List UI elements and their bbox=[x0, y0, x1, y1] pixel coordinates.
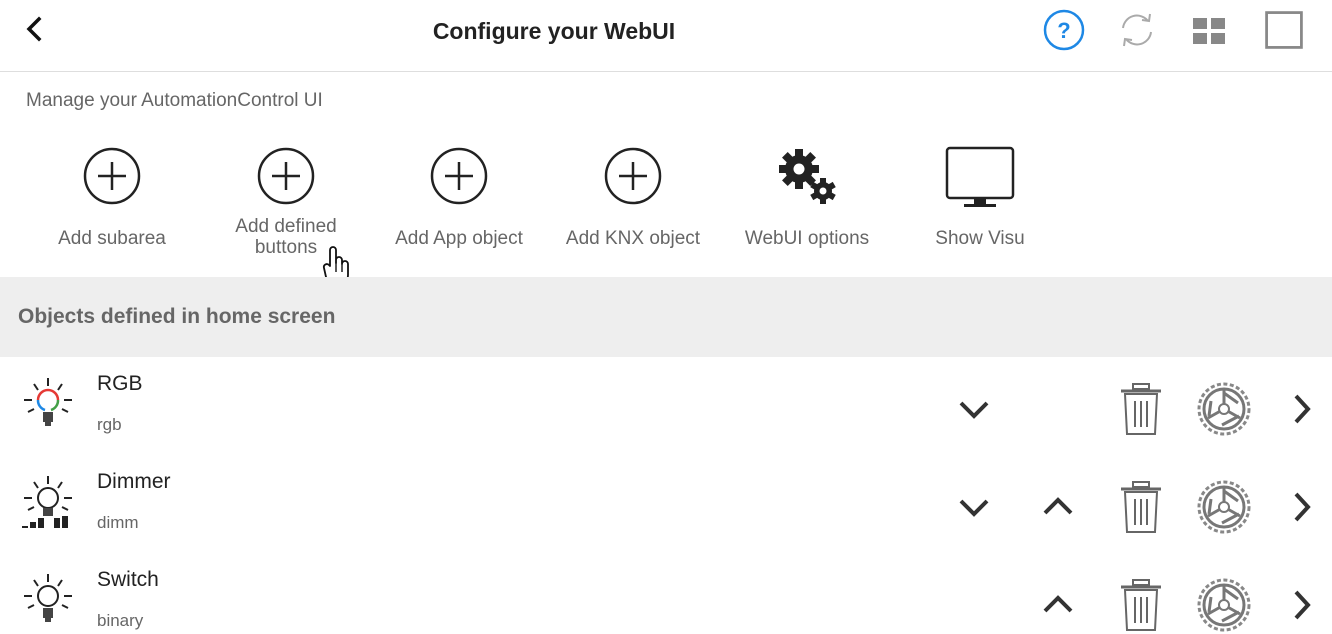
svg-text:?: ? bbox=[1057, 18, 1070, 43]
object-type: rgb bbox=[97, 415, 122, 434]
object-row-switch[interactable]: Switch binary bbox=[0, 556, 1332, 634]
grid-view-button[interactable] bbox=[1188, 8, 1232, 52]
open-detail-button[interactable] bbox=[1285, 458, 1319, 556]
object-name: Switch bbox=[97, 568, 159, 591]
chevron-down-icon bbox=[959, 401, 989, 419]
add-subarea-button[interactable]: Add subarea bbox=[32, 140, 192, 270]
move-up-button[interactable] bbox=[1036, 556, 1080, 634]
help-icon: ? bbox=[1043, 9, 1085, 51]
plus-circle-icon bbox=[604, 147, 662, 205]
trash-icon bbox=[1121, 481, 1161, 533]
cog-icon bbox=[1197, 578, 1251, 632]
move-down-button[interactable] bbox=[952, 360, 996, 458]
plus-circle-icon bbox=[430, 147, 488, 205]
object-type: binary bbox=[97, 611, 144, 630]
plus-circle-icon bbox=[83, 147, 141, 205]
object-row-rgb[interactable]: RGB rgb bbox=[0, 360, 1332, 458]
bulb-icon bbox=[24, 574, 72, 622]
cog-icon bbox=[1197, 480, 1251, 534]
move-down-button[interactable] bbox=[952, 458, 996, 556]
gears-icon bbox=[779, 149, 836, 204]
move-up-button[interactable] bbox=[1036, 458, 1080, 556]
fullscreen-icon bbox=[1265, 11, 1303, 49]
tool-label: Add subarea bbox=[58, 228, 166, 249]
tool-label: Show Visu bbox=[935, 228, 1025, 249]
trash-icon bbox=[1121, 383, 1161, 435]
delete-button[interactable] bbox=[1113, 458, 1169, 556]
fullscreen-button[interactable] bbox=[1262, 8, 1306, 52]
refresh-icon bbox=[1122, 13, 1152, 47]
trash-icon bbox=[1121, 579, 1161, 631]
manage-label: Manage your AutomationControl UI bbox=[26, 90, 323, 111]
settings-button[interactable] bbox=[1193, 360, 1255, 458]
tool-label: WebUI options bbox=[744, 228, 870, 249]
open-detail-button[interactable] bbox=[1285, 360, 1319, 458]
top-bar: Configure your WebUI ? bbox=[0, 0, 1332, 72]
webui-options-button[interactable]: WebUI options bbox=[727, 140, 887, 270]
rgb-bulb-icon bbox=[24, 378, 72, 426]
help-button[interactable]: ? bbox=[1042, 8, 1086, 52]
settings-button[interactable] bbox=[1193, 556, 1255, 634]
chevron-right-icon bbox=[1294, 492, 1311, 522]
dimmer-bulb-icon bbox=[22, 476, 72, 528]
tool-label: Add App object bbox=[395, 228, 523, 249]
refresh-button[interactable] bbox=[1115, 8, 1159, 52]
chevron-up-icon bbox=[1043, 497, 1073, 515]
cog-icon bbox=[1197, 382, 1251, 436]
open-detail-button[interactable] bbox=[1285, 556, 1319, 634]
add-app-object-button[interactable]: Add App object bbox=[379, 140, 539, 270]
object-name: RGB bbox=[97, 372, 143, 395]
section-title: Objects defined in home screen bbox=[18, 305, 336, 328]
plus-circle-icon bbox=[257, 147, 315, 205]
show-visu-button[interactable]: Show Visu bbox=[900, 140, 1060, 270]
chevron-up-icon bbox=[1043, 595, 1073, 613]
chevron-right-icon bbox=[1294, 590, 1311, 620]
add-knx-object-button[interactable]: Add KNX object bbox=[553, 140, 713, 270]
grid-icon bbox=[1193, 18, 1225, 44]
object-name: Dimmer bbox=[97, 470, 171, 493]
monitor-icon bbox=[945, 146, 1015, 207]
add-defined-buttons-button[interactable]: Add defined buttons bbox=[206, 140, 366, 284]
object-row-dimmer[interactable]: Dimmer dimm bbox=[0, 458, 1332, 556]
object-type: dimm bbox=[97, 513, 139, 532]
settings-button[interactable] bbox=[1193, 458, 1255, 556]
chevron-right-icon bbox=[1294, 394, 1311, 424]
tool-label: Add KNX object bbox=[565, 228, 701, 249]
chevron-down-icon bbox=[959, 499, 989, 517]
delete-button[interactable] bbox=[1113, 360, 1169, 458]
delete-button[interactable] bbox=[1113, 556, 1169, 634]
